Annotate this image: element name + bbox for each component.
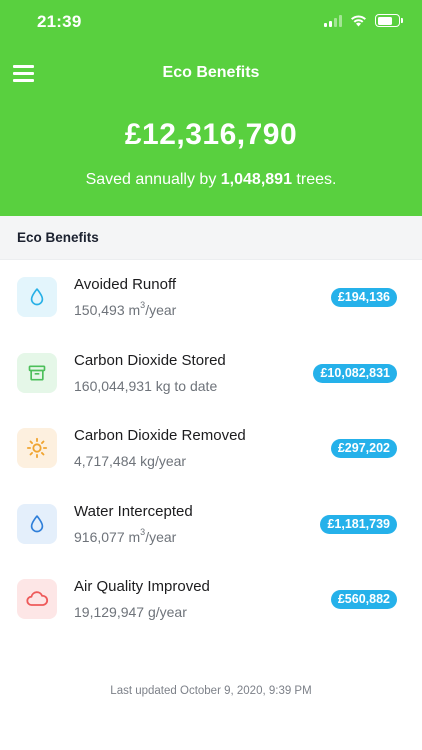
page-title: Eco Benefits	[162, 64, 260, 81]
benefit-title: Avoided Runoff	[74, 276, 177, 293]
droplet-icon	[30, 288, 44, 306]
benefit-amount: 160,044,931 kg to date	[74, 377, 218, 394]
benefit-amount: 4,717,484 kg/year	[74, 453, 187, 469]
benefit-icon-box	[17, 352, 57, 393]
total-savings: £12,316,790	[124, 118, 298, 151]
benefit-title: Air Quality Improved	[74, 578, 210, 595]
benefit-row-water-intercepted[interactable]: Water Intercepted 916,077 m3/year £1,181…	[0, 487, 422, 563]
status-bar: 21:39	[0, 0, 422, 46]
benefit-title: Carbon Dioxide Removed	[74, 427, 246, 444]
benefit-value-badge: £194,136	[330, 288, 397, 307]
benefit-amount: 916,077 m3/year	[74, 526, 177, 545]
benefit-amount: 19,129,947 g/year	[74, 604, 187, 620]
benefit-title: Carbon Dioxide Stored	[74, 351, 226, 369]
subtitle-suffix: trees.	[296, 171, 337, 188]
benefit-row-carbon-dioxide-removed[interactable]: Carbon Dioxide Removed 4,717,484 kg/year…	[0, 411, 422, 487]
benefit-value-badge: £297,202	[330, 439, 397, 458]
benefit-value-badge: £560,882	[330, 590, 397, 609]
benefit-row-air-quality-improved[interactable]: Air Quality Improved 19,129,947 g/year £…	[0, 562, 422, 638]
benefit-value-badge: £1,181,739	[320, 514, 397, 534]
cloud-icon	[26, 591, 49, 606]
subtitle-prefix: Saved annually by	[85, 171, 217, 188]
section-header: Eco Benefits	[0, 216, 422, 260]
benefit-row-avoided-runoff[interactable]: Avoided Runoff 150,493 m3/year £194,136	[0, 260, 422, 336]
last-updated-text: Last updated October 9, 2020, 9:39 PM	[110, 685, 312, 697]
benefit-row-carbon-dioxide-stored[interactable]: Carbon Dioxide Stored 160,044,931 kg to …	[0, 336, 422, 412]
savings-subtitle: Saved annually by 1,048,891 trees.	[0, 171, 422, 189]
archive-box-icon	[28, 365, 46, 380]
cellular-signal-icon	[324, 14, 342, 27]
benefits-list: Avoided Runoff 150,493 m3/year £194,136 …	[0, 260, 422, 638]
droplet-icon	[30, 514, 44, 532]
benefit-title: Water Intercepted	[74, 502, 193, 520]
status-icons	[324, 14, 403, 27]
sun-icon	[26, 437, 48, 459]
benefit-icon-box	[17, 579, 57, 619]
benefit-amount: 150,493 m3/year	[74, 300, 177, 318]
benefit-icon-box	[17, 428, 57, 468]
benefit-icon-box	[17, 277, 57, 317]
status-time: 21:39	[37, 12, 82, 31]
benefit-value-badge: £10,082,831	[313, 363, 397, 383]
wifi-icon	[351, 15, 366, 27]
header: 21:39 Eco Benefits £12,316,790 Saved ann…	[0, 0, 422, 216]
benefit-icon-box	[17, 503, 57, 544]
tree-count: 1,048,891	[220, 171, 292, 188]
battery-icon	[375, 14, 403, 27]
section-title: Eco Benefits	[17, 230, 99, 245]
